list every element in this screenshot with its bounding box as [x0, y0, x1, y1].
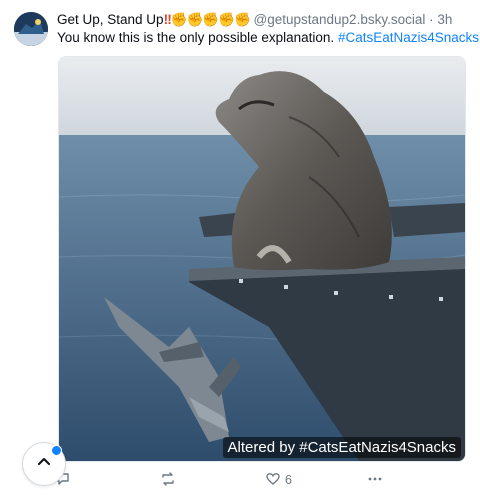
like-button[interactable]: 6 [265, 470, 292, 490]
author-handle[interactable]: @getupstandup2.bsky.social [254, 12, 426, 27]
post-text: You know this is the only possible expla… [57, 29, 479, 47]
post-header: Get Up, Stand Up‼✊✊✊✊✊ @getupstandup2.bs… [57, 11, 472, 29]
post[interactable]: Get Up, Stand Up‼✊✊✊✊✊ @getupstandup2.bs… [0, 0, 480, 497]
avatar[interactable] [14, 12, 48, 46]
more-icon [367, 471, 383, 490]
repost-button[interactable] [160, 470, 176, 490]
timestamp[interactable]: 3h [437, 12, 452, 27]
post-actions: 6 [55, 470, 465, 490]
hashtag-link[interactable]: #CatsEatNazis4Snacks [338, 30, 479, 45]
post-image-art [59, 57, 465, 461]
separator: · [429, 12, 434, 27]
post-text-content: You know this is the only possible expla… [57, 30, 335, 45]
repost-icon [160, 471, 176, 490]
author-name[interactable]: Get Up, Stand Up [57, 12, 164, 27]
chevron-up-icon [36, 454, 52, 475]
like-count: 6 [285, 473, 292, 487]
notification-dot [51, 445, 62, 456]
image-alt-badge[interactable]: Altered by #CatsEatNazis4Snacks [222, 437, 461, 458]
more-button[interactable] [367, 470, 383, 490]
author-emoji: ‼✊✊✊✊✊ [163, 12, 251, 27]
post-image[interactable]: Altered by #CatsEatNazis4Snacks [58, 56, 466, 462]
heart-icon [265, 471, 281, 490]
